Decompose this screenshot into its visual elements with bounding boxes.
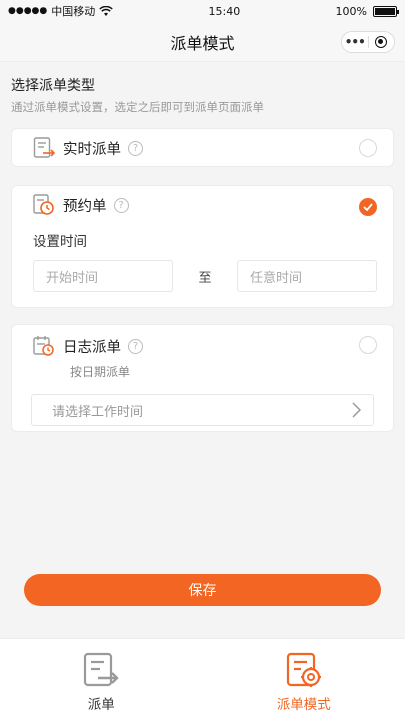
help-icon[interactable]: ? — [113, 197, 129, 213]
work-time-select[interactable]: 请选择工作时间 — [31, 394, 374, 426]
help-icon[interactable]: ? — [128, 338, 143, 354]
daily-calendar-icon — [33, 336, 54, 356]
option-daily-sublabel: 按日期派单 — [70, 365, 131, 379]
option-realtime-label: 实时派单 — [63, 141, 121, 158]
option-daily-label: 日志派单 — [63, 339, 121, 356]
appointment-clock-icon — [33, 194, 54, 215]
more-icon: ••• — [344, 35, 366, 49]
page-title: 派单模式 — [170, 33, 235, 53]
daily-radio[interactable] — [359, 336, 377, 354]
check-icon — [363, 203, 373, 211]
option-realtime[interactable]: 实时派单 ? — [11, 128, 394, 167]
work-time-placeholder: 请选择工作时间 — [52, 404, 144, 420]
battery-icon — [372, 5, 399, 17]
end-time-input[interactable]: 任意时间 — [237, 260, 377, 292]
nav-bar: 派单模式 ••• — [0, 22, 405, 62]
dispatch-settings-icon — [286, 652, 321, 687]
realtime-dispatch-icon — [33, 137, 56, 158]
save-button[interactable]: 保存 — [24, 574, 381, 606]
set-time-label: 设置时间 — [33, 234, 87, 250]
start-time-input[interactable]: 开始时间 — [33, 260, 173, 292]
signal-icon: ●●●●● — [8, 6, 48, 16]
tab-dispatch-label: 派单 — [87, 697, 115, 713]
tab-bar: 派单 派单模式 — [0, 638, 405, 720]
option-daily[interactable]: 日志派单 ? 按日期派单 请选择工作时间 — [11, 324, 394, 432]
status-bar: ●●●●● 中国移动 15:40 100% — [0, 0, 405, 22]
dispatch-icon — [84, 652, 119, 687]
option-appointment[interactable]: 预约单 ? 设置时间 开始时间 至 任意时间 — [11, 185, 394, 308]
target-icon — [375, 36, 388, 48]
mini-program-capsule: ••• — [341, 31, 395, 53]
tab-dispatch-mode-label: 派单模式 — [276, 697, 331, 713]
realtime-radio[interactable] — [359, 139, 377, 157]
battery-percent: 100% — [335, 4, 367, 18]
tab-dispatch[interactable]: 派单 — [0, 639, 203, 720]
section-subtitle: 通过派单模式设置，选定之后即可到派单页面派单 — [11, 100, 264, 114]
wifi-icon — [99, 5, 113, 16]
more-button[interactable]: ••• — [342, 32, 368, 52]
chevron-right-icon — [352, 402, 361, 418]
section-title: 选择派单类型 — [11, 78, 95, 94]
help-icon[interactable]: ? — [128, 140, 143, 156]
appointment-radio-checked[interactable] — [359, 198, 377, 216]
tab-dispatch-mode[interactable]: 派单模式 — [203, 639, 405, 720]
close-program-button[interactable] — [369, 32, 395, 52]
time-separator: 至 — [198, 270, 212, 286]
status-time: 15:40 — [208, 4, 241, 18]
option-appointment-label: 预约单 — [63, 198, 107, 215]
carrier-name: 中国移动 — [51, 5, 96, 18]
